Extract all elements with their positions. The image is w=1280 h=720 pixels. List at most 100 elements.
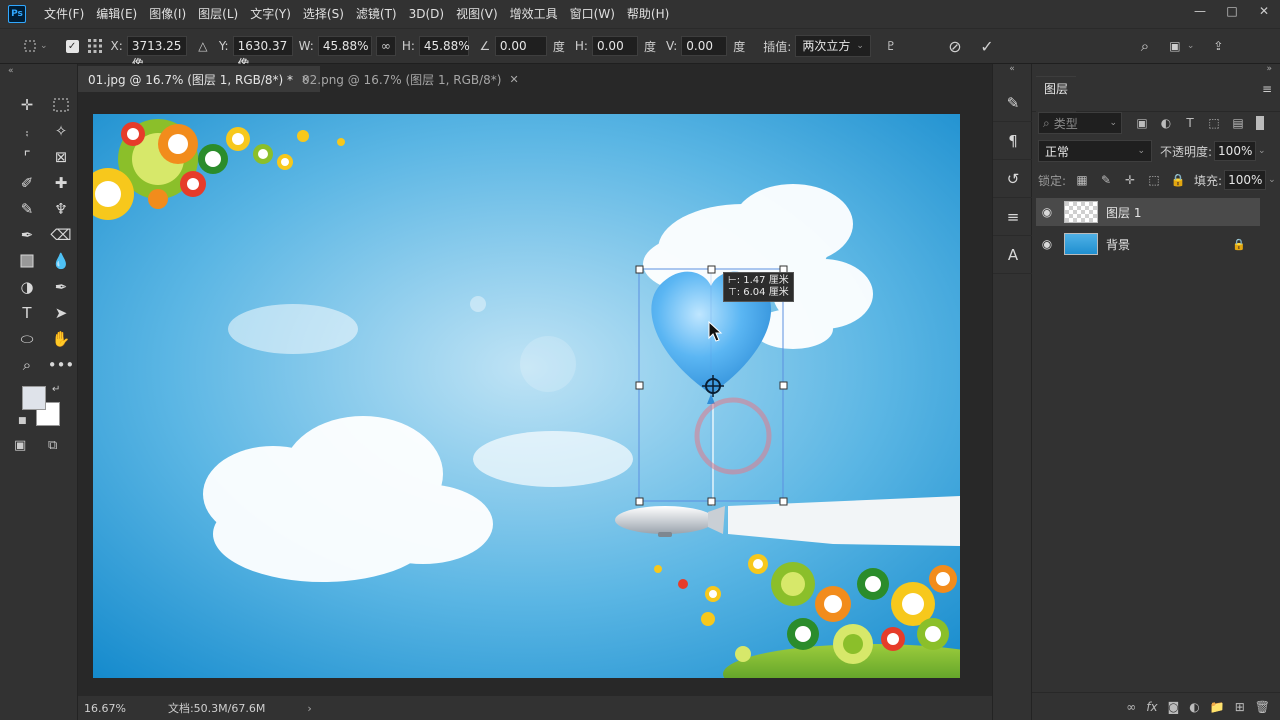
magic-wand-icon[interactable]: ✧	[44, 118, 78, 144]
lock-all-icon[interactable]: 🔒	[1166, 173, 1190, 187]
relative-position-icon[interactable]: △	[193, 36, 213, 56]
blend-mode-select[interactable]: 正常 ⌄	[1038, 140, 1152, 162]
close-icon[interactable]: ✕	[509, 73, 518, 86]
w-field[interactable]: 45.88%	[317, 36, 372, 56]
chevron-down-icon[interactable]: ⌄	[40, 41, 48, 51]
document-canvas[interactable]: ⊢: 1.47 厘米 ⊤: 6.04 厘米	[93, 114, 960, 678]
fill-field[interactable]: 100%	[1224, 170, 1267, 190]
menu-layer[interactable]: 图层(L)	[192, 0, 244, 28]
menu-help[interactable]: 帮助(H)	[621, 0, 675, 28]
quick-mask-icon[interactable]: ▣	[14, 438, 26, 453]
brush-settings-icon[interactable]: ✎	[993, 84, 1033, 122]
chevron-down-icon[interactable]: ⌄	[1258, 146, 1266, 156]
blur-tool-icon[interactable]: 💧	[44, 248, 78, 274]
lock-transparent-icon[interactable]: ▦	[1070, 173, 1094, 187]
pen-tool-icon[interactable]: ✒	[44, 274, 78, 300]
close-icon[interactable]: ✕	[1248, 0, 1280, 22]
add-mask-icon[interactable]: ◙	[1168, 700, 1180, 714]
screen-mode-icon[interactable]: ⧉	[48, 438, 57, 453]
handle-left[interactable]	[635, 381, 644, 390]
lasso-tool-icon[interactable]: ⨾	[10, 118, 44, 144]
reference-point-grid-icon[interactable]	[85, 36, 105, 56]
menu-edit[interactable]: 编辑(E)	[90, 0, 143, 28]
eraser-icon[interactable]: ⌫	[44, 222, 78, 248]
ellipse-tool-icon[interactable]: ⬭	[10, 326, 44, 352]
h-field[interactable]: 45.88%	[418, 36, 470, 56]
healing-brush-icon[interactable]: ✚	[44, 170, 78, 196]
interpolation-select[interactable]: 两次立方 ⌄	[795, 35, 871, 57]
filter-adjustment-icon[interactable]: ◐	[1154, 116, 1178, 130]
vskew-field[interactable]: 0.00	[681, 36, 728, 56]
frame-tool-icon[interactable]: ⊠	[44, 144, 78, 170]
history-brush-icon[interactable]: ✒	[10, 222, 44, 248]
type-tool-icon[interactable]: T	[10, 300, 44, 326]
chevron-right-icon[interactable]: ›	[307, 702, 311, 715]
layer-row-background[interactable]: ◉ 背景 🔒	[1036, 230, 1260, 258]
eye-icon[interactable]: ◉	[1036, 237, 1058, 251]
adjustments-icon[interactable]: ≡	[993, 198, 1033, 236]
marquee-tool-icon[interactable]	[44, 92, 78, 118]
collapse-icon[interactable]: «	[993, 64, 1031, 84]
path-select-icon[interactable]: ➤	[44, 300, 78, 326]
lock-icon[interactable]: 🔒	[1232, 238, 1246, 251]
handle-top-left[interactable]	[635, 265, 644, 274]
maximize-icon[interactable]: □	[1216, 0, 1248, 22]
filter-pixel-icon[interactable]: ▣	[1130, 116, 1154, 130]
swap-colors-icon[interactable]: ↵	[52, 384, 60, 395]
paragraph-icon[interactable]: ¶	[993, 122, 1033, 160]
kind-filter-select[interactable]: ⌕ 类型 ⌄	[1038, 112, 1122, 134]
filter-shape-icon[interactable]: ⬚	[1202, 116, 1226, 130]
cancel-transform-icon[interactable]: ⊘	[945, 36, 965, 56]
tab-02-png[interactable]: 02.png @ 16.7% (图层 1, RGB/8*) ✕	[292, 66, 529, 92]
history-icon[interactable]: ↺	[993, 160, 1033, 198]
menu-plugins[interactable]: 增效工具	[504, 0, 564, 28]
character-icon[interactable]: A	[993, 236, 1033, 274]
menu-file[interactable]: 文件(F)	[38, 0, 90, 28]
handle-bottom-left[interactable]	[635, 497, 644, 506]
collapse-icon[interactable]: »	[1266, 64, 1272, 74]
adjustment-layer-icon[interactable]: ◐	[1189, 700, 1199, 714]
brush-tool-icon[interactable]: ✎	[10, 196, 44, 222]
layers-tab[interactable]: 图层	[1036, 76, 1077, 112]
handle-top[interactable]	[707, 265, 716, 274]
commit-transform-icon[interactable]: ✓	[977, 36, 997, 56]
tab-01-jpg[interactable]: 01.jpg @ 16.7% (图层 1, RGB/8*) * ✕	[78, 66, 321, 92]
filter-toggle[interactable]	[1256, 116, 1264, 130]
warp-icon[interactable]: ♇	[881, 36, 901, 56]
default-colors-icon[interactable]: ■	[18, 416, 27, 426]
x-field[interactable]: 3713.25 像	[126, 36, 187, 71]
handle-bottom[interactable]	[707, 497, 716, 506]
lock-artboard-icon[interactable]: ⬚	[1142, 173, 1166, 187]
menu-3d[interactable]: 3D(D)	[403, 0, 450, 28]
angle-field[interactable]: 0.00	[494, 36, 547, 56]
share-icon[interactable]: ⇪	[1208, 36, 1228, 56]
chevron-down-icon[interactable]: ⌄	[1268, 175, 1276, 185]
handle-bottom-right[interactable]	[779, 497, 788, 506]
group-folder-icon[interactable]: 📁	[1210, 700, 1225, 714]
eye-icon[interactable]: ◉	[1036, 205, 1058, 219]
more-tools-icon[interactable]: •••	[44, 352, 78, 378]
crop-tool-icon[interactable]: ⌜	[10, 144, 44, 170]
chevron-down-icon[interactable]: ⌄	[1187, 41, 1195, 51]
eyedropper-icon[interactable]: ✐	[10, 170, 44, 196]
link-layers-icon[interactable]: ∞	[1126, 700, 1136, 714]
panel-menu-icon[interactable]: ≡	[1262, 82, 1272, 96]
collapse-icon[interactable]: «	[8, 66, 14, 76]
lock-position-icon[interactable]: ✛	[1118, 173, 1142, 187]
menu-window[interactable]: 窗口(W)	[564, 0, 621, 28]
menu-filter[interactable]: 滤镜(T)	[350, 0, 403, 28]
filter-type-icon[interactable]: T	[1178, 116, 1202, 130]
layer-row-layer1[interactable]: ◉ 图层 1	[1036, 198, 1260, 226]
handle-right[interactable]	[779, 381, 788, 390]
opacity-field[interactable]: 100%	[1214, 141, 1257, 161]
hand-tool-icon[interactable]: ✋	[44, 326, 78, 352]
minimize-icon[interactable]: —	[1184, 0, 1216, 22]
stamp-tool-icon[interactable]: ♆	[44, 196, 78, 222]
y-field[interactable]: 1630.37 像	[232, 36, 293, 71]
gradient-tool-icon[interactable]	[10, 248, 44, 274]
menu-image[interactable]: 图像(I)	[143, 0, 192, 28]
reference-point-checkbox[interactable]: ✓	[65, 39, 79, 53]
fx-icon[interactable]: fx	[1146, 700, 1157, 714]
link-icon[interactable]: ∞	[375, 36, 396, 56]
lock-image-icon[interactable]: ✎	[1094, 173, 1118, 187]
